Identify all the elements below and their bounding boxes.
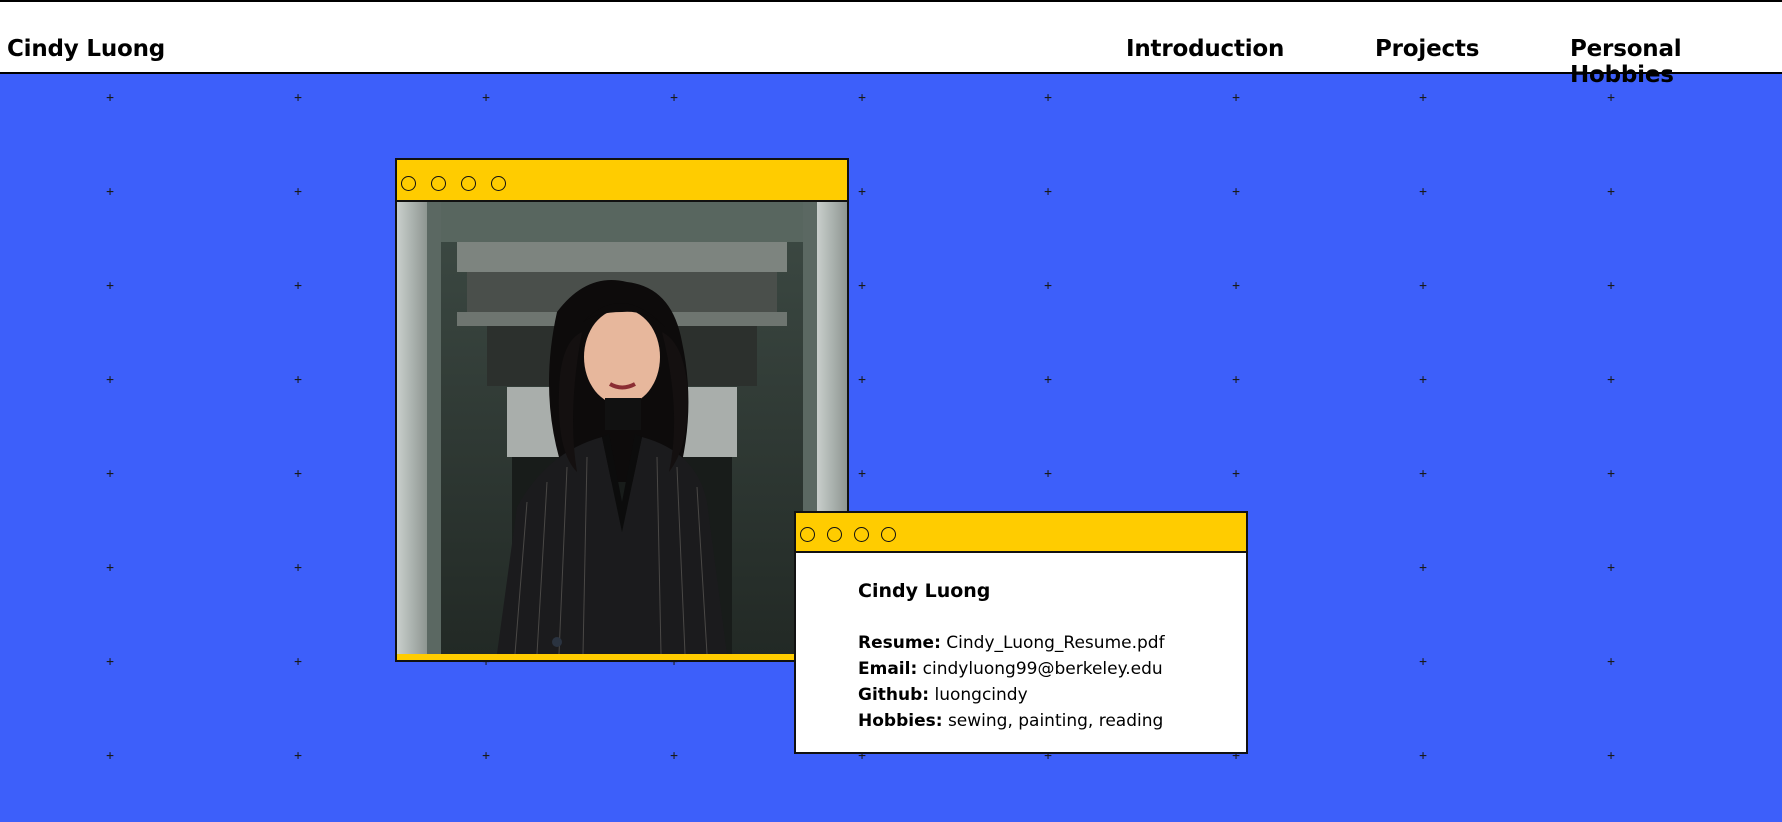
grid-plus-icon: + [1232,278,1240,294]
portrait-illustration [397,202,847,654]
hobbies-label: Hobbies: [858,711,943,731]
window-control-circle-icon [827,527,842,542]
window-control-circle-icon [431,176,446,191]
window-control-circle-icon [461,176,476,191]
grid-plus-icon: + [1607,184,1615,200]
nav-projects[interactable]: Projects [1375,36,1479,62]
photo-window-titlebar [397,160,847,202]
grid-plus-icon: + [1607,90,1615,106]
window-control-circle-icon [800,527,815,542]
grid-plus-icon: + [1607,748,1615,764]
resume-link[interactable]: Cindy_Luong_Resume.pdf [946,633,1164,653]
grid-plus-icon: + [1044,466,1052,482]
grid-plus-icon: + [1607,560,1615,576]
profile-name: Cindy Luong [858,580,991,602]
top-navigation-bar: Cindy Luong Introduction Projects Person… [0,0,1782,88]
email-row: Email: cindyluong99@berkeley.edu [858,659,1163,679]
profile-photo [397,202,847,654]
grid-plus-icon: + [858,184,866,200]
grid-plus-icon: + [670,90,678,106]
grid-plus-icon: + [1607,278,1615,294]
grid-plus-icon: + [1044,372,1052,388]
email-label: Email: [858,659,918,679]
grid-plus-icon: + [1044,184,1052,200]
grid-plus-icon: + [1044,90,1052,106]
grid-plus-icon: + [106,184,114,200]
resume-label: Resume: [858,633,941,653]
window-control-circle-icon [491,176,506,191]
grid-plus-icon: + [1419,372,1427,388]
github-label: Github: [858,685,930,705]
window-control-circle-icon [881,527,896,542]
grid-plus-icon: + [106,372,114,388]
github-link[interactable]: luongcindy [935,685,1028,705]
grid-plus-icon: + [1232,90,1240,106]
grid-plus-icon: + [106,90,114,106]
grid-plus-icon: + [1044,278,1052,294]
grid-plus-icon: + [482,90,490,106]
grid-plus-icon: + [106,466,114,482]
nav-introduction[interactable]: Introduction [1126,36,1284,62]
info-window: Cindy Luong Resume: Cindy_Luong_Resume.p… [794,511,1248,754]
photo-window [395,158,849,662]
grid-plus-icon: + [1607,654,1615,670]
grid-plus-icon: + [1419,466,1427,482]
grid-plus-icon: + [294,372,302,388]
grid-plus-icon: + [294,654,302,670]
grid-plus-icon: + [1607,372,1615,388]
info-window-titlebar [796,513,1246,553]
grid-plus-icon: + [294,184,302,200]
grid-plus-icon: + [294,466,302,482]
window-control-circle-icon [401,176,416,191]
grid-plus-icon: + [858,90,866,106]
email-link[interactable]: cindyluong99@berkeley.edu [923,659,1163,679]
resume-row: Resume: Cindy_Luong_Resume.pdf [858,633,1165,653]
grid-plus-icon: + [1419,654,1427,670]
window-control-circle-icon [854,527,869,542]
grid-plus-icon: + [106,654,114,670]
site-brand[interactable]: Cindy Luong [7,36,165,62]
grid-plus-icon: + [482,748,490,764]
grid-plus-icon: + [106,748,114,764]
info-window-body: Cindy Luong Resume: Cindy_Luong_Resume.p… [796,553,1246,752]
grid-plus-icon: + [1419,560,1427,576]
grid-plus-icon: + [1419,184,1427,200]
hobbies-row: Hobbies: sewing, painting, reading [858,711,1163,731]
grid-plus-icon: + [1419,748,1427,764]
grid-plus-icon: + [858,372,866,388]
grid-plus-icon: + [294,278,302,294]
grid-plus-icon: + [1419,90,1427,106]
grid-plus-icon: + [1607,466,1615,482]
grid-plus-icon: + [294,560,302,576]
grid-plus-icon: + [1419,278,1427,294]
grid-plus-icon: + [294,748,302,764]
grid-plus-icon: + [858,278,866,294]
grid-plus-icon: + [1232,372,1240,388]
grid-plus-icon: + [1232,184,1240,200]
grid-plus-icon: + [106,278,114,294]
grid-plus-icon: + [670,748,678,764]
github-row: Github: luongcindy [858,685,1028,705]
grid-plus-icon: + [858,466,866,482]
grid-plus-icon: + [1232,466,1240,482]
grid-plus-icon: + [294,90,302,106]
grid-plus-icon: + [106,560,114,576]
hobbies-value: sewing, painting, reading [947,711,1164,731]
